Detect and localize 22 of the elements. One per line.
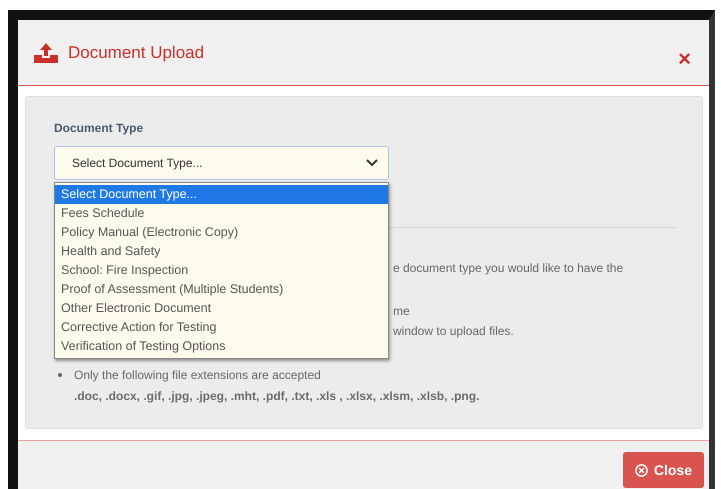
upload-icon [34, 42, 58, 62]
close-circle-icon [634, 464, 648, 476]
dropdown-option[interactable]: Proof of Assessment (Multiple Students) [55, 280, 388, 299]
dialog-title: Document Upload [68, 42, 206, 62]
dropdown-option[interactable]: Other Electronic Document [55, 299, 388, 318]
instruction-text: e document type you would like to have the [393, 260, 624, 277]
dropdown-option[interactable]: Corrective Action for Testing [55, 318, 388, 337]
document-type-select[interactable]: Select Document Type... [54, 146, 389, 180]
chevron-down-icon [366, 159, 378, 167]
bullet-icon [58, 373, 62, 377]
instruction-text: window to upload files. [393, 323, 514, 340]
extensions-text: .doc, .docx, .gif, .jpg, .jpeg, .mht, .pdf, .txt, .xls , .xlsx, .xlsm, .xlsb, .png. [73, 388, 480, 405]
dropdown-option[interactable]: Fees Schedule [55, 204, 388, 223]
dropdown-option[interactable]: Health and Safety [55, 242, 388, 261]
field-label: Document Type [54, 121, 144, 136]
instruction-text: Only the following file extensions are accepted [74, 367, 321, 384]
dropdown-option[interactable]: Select Document Type... [55, 185, 388, 204]
dropdown-option[interactable]: Policy Manual (Electronic Copy) [55, 223, 388, 242]
dropdown-option[interactable]: Verification of Testing Options [55, 337, 388, 356]
close-button[interactable]: Close [622, 452, 704, 488]
dropdown-option[interactable]: School: Fire Inspection [55, 261, 388, 280]
instruction-text: me [393, 303, 410, 320]
